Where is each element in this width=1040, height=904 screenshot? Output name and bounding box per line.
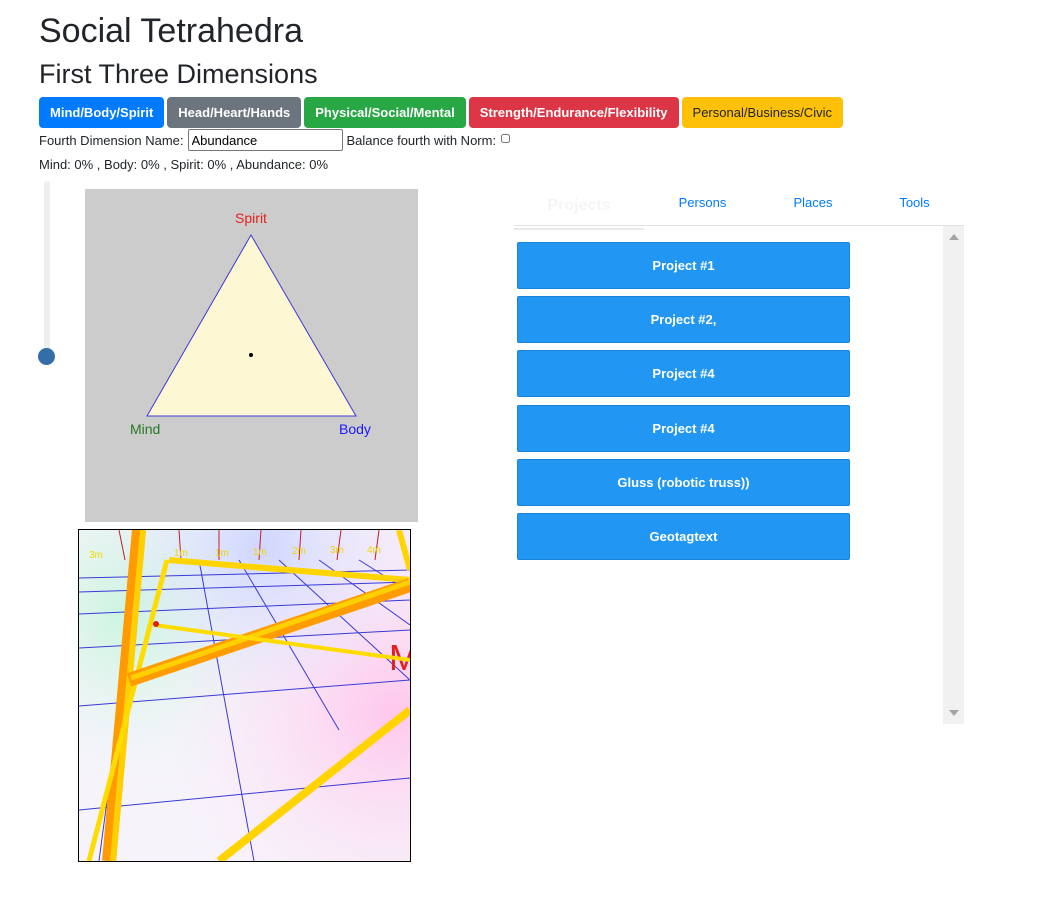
balance-fourth-checkbox[interactable]	[501, 133, 511, 143]
list-item[interactable]: Project #4	[517, 405, 850, 452]
ruler-label: 3m	[330, 545, 344, 556]
preset-head-heart-hands-button[interactable]: Head/Heart/Hands	[167, 97, 302, 128]
scroll-up-arrow-icon[interactable]	[949, 234, 959, 240]
scene-canvas[interactable]: 3m 1m 1m 1m 2m 3m 4m Mi	[79, 530, 410, 861]
fourth-dimension-input[interactable]	[187, 129, 343, 151]
preset-strength-endurance-flexibility-button[interactable]: Strength/Endurance/Flexibility	[468, 97, 679, 128]
triangle-marker[interactable]	[249, 353, 253, 357]
ruler-label: 4m	[367, 545, 381, 556]
fourth-dimension-label: Fourth Dimension Name:	[39, 132, 184, 148]
tetrahedron-3d-view[interactable]: 3m 1m 1m 1m 2m 3m 4m Mi	[78, 529, 411, 862]
ruler-label: 1m	[174, 548, 188, 559]
tetra-vertex-marker	[153, 621, 159, 627]
page-subtitle: First Three Dimensions	[39, 59, 318, 89]
triangle-canvas[interactable]: Spirit Mind Body	[85, 189, 418, 522]
fourth-dimension-slider[interactable]	[44, 181, 50, 357]
ruler-label: 2m	[292, 546, 306, 557]
ruler-label: 3m	[89, 550, 103, 561]
mind-label: Mind	[130, 421, 160, 437]
category-tabs: Projects Persons Places Tools	[514, 180, 964, 230]
list-item[interactable]: Project #4	[517, 350, 850, 397]
preset-personal-business-civic-button[interactable]: Personal/Business/Civic	[681, 97, 843, 128]
preset-physical-social-mental-button[interactable]: Physical/Social/Mental	[304, 97, 466, 128]
dimension-percentages: Mind: 0% , Body: 0% , Spirit: 0% , Abund…	[39, 157, 329, 172]
triangle-area[interactable]	[146, 233, 357, 417]
list-item[interactable]: Project #2,	[517, 296, 850, 343]
list-item[interactable]: Project #1	[517, 242, 850, 289]
tab-projects[interactable]: Projects	[514, 180, 644, 230]
ruler-label: 1m	[215, 548, 229, 559]
spirit-label: Spirit	[235, 210, 267, 226]
tab-persons[interactable]: Persons	[644, 180, 761, 224]
scroll-down-arrow-icon[interactable]	[949, 710, 959, 716]
tab-places[interactable]: Places	[761, 180, 865, 224]
body-label: Body	[339, 421, 371, 437]
preset-button-row: Mind/Body/Spirit Head/Heart/Hands Physic…	[39, 97, 843, 128]
balance-fourth-label: Balance fourth with Norm:	[346, 132, 497, 148]
slider-thumb[interactable]	[38, 348, 55, 365]
list-item[interactable]: Geotagtext	[517, 513, 850, 560]
triangle-panel[interactable]: Spirit Mind Body	[85, 189, 418, 522]
list-item[interactable]: Gluss (robotic truss))	[517, 459, 850, 506]
tab-tools[interactable]: Tools	[865, 180, 964, 224]
list-scrollbar[interactable]	[943, 226, 964, 724]
page-title: Social Tetrahedra	[39, 12, 303, 50]
fourth-dimension-row: Fourth Dimension Name: Balance fourth wi…	[39, 129, 511, 151]
preset-mind-body-spirit-button[interactable]: Mind/Body/Spirit	[39, 97, 165, 128]
projects-list[interactable]: Project #1 Project #2, Project #4 Projec…	[514, 226, 964, 724]
ruler-label: 1m	[253, 547, 267, 558]
